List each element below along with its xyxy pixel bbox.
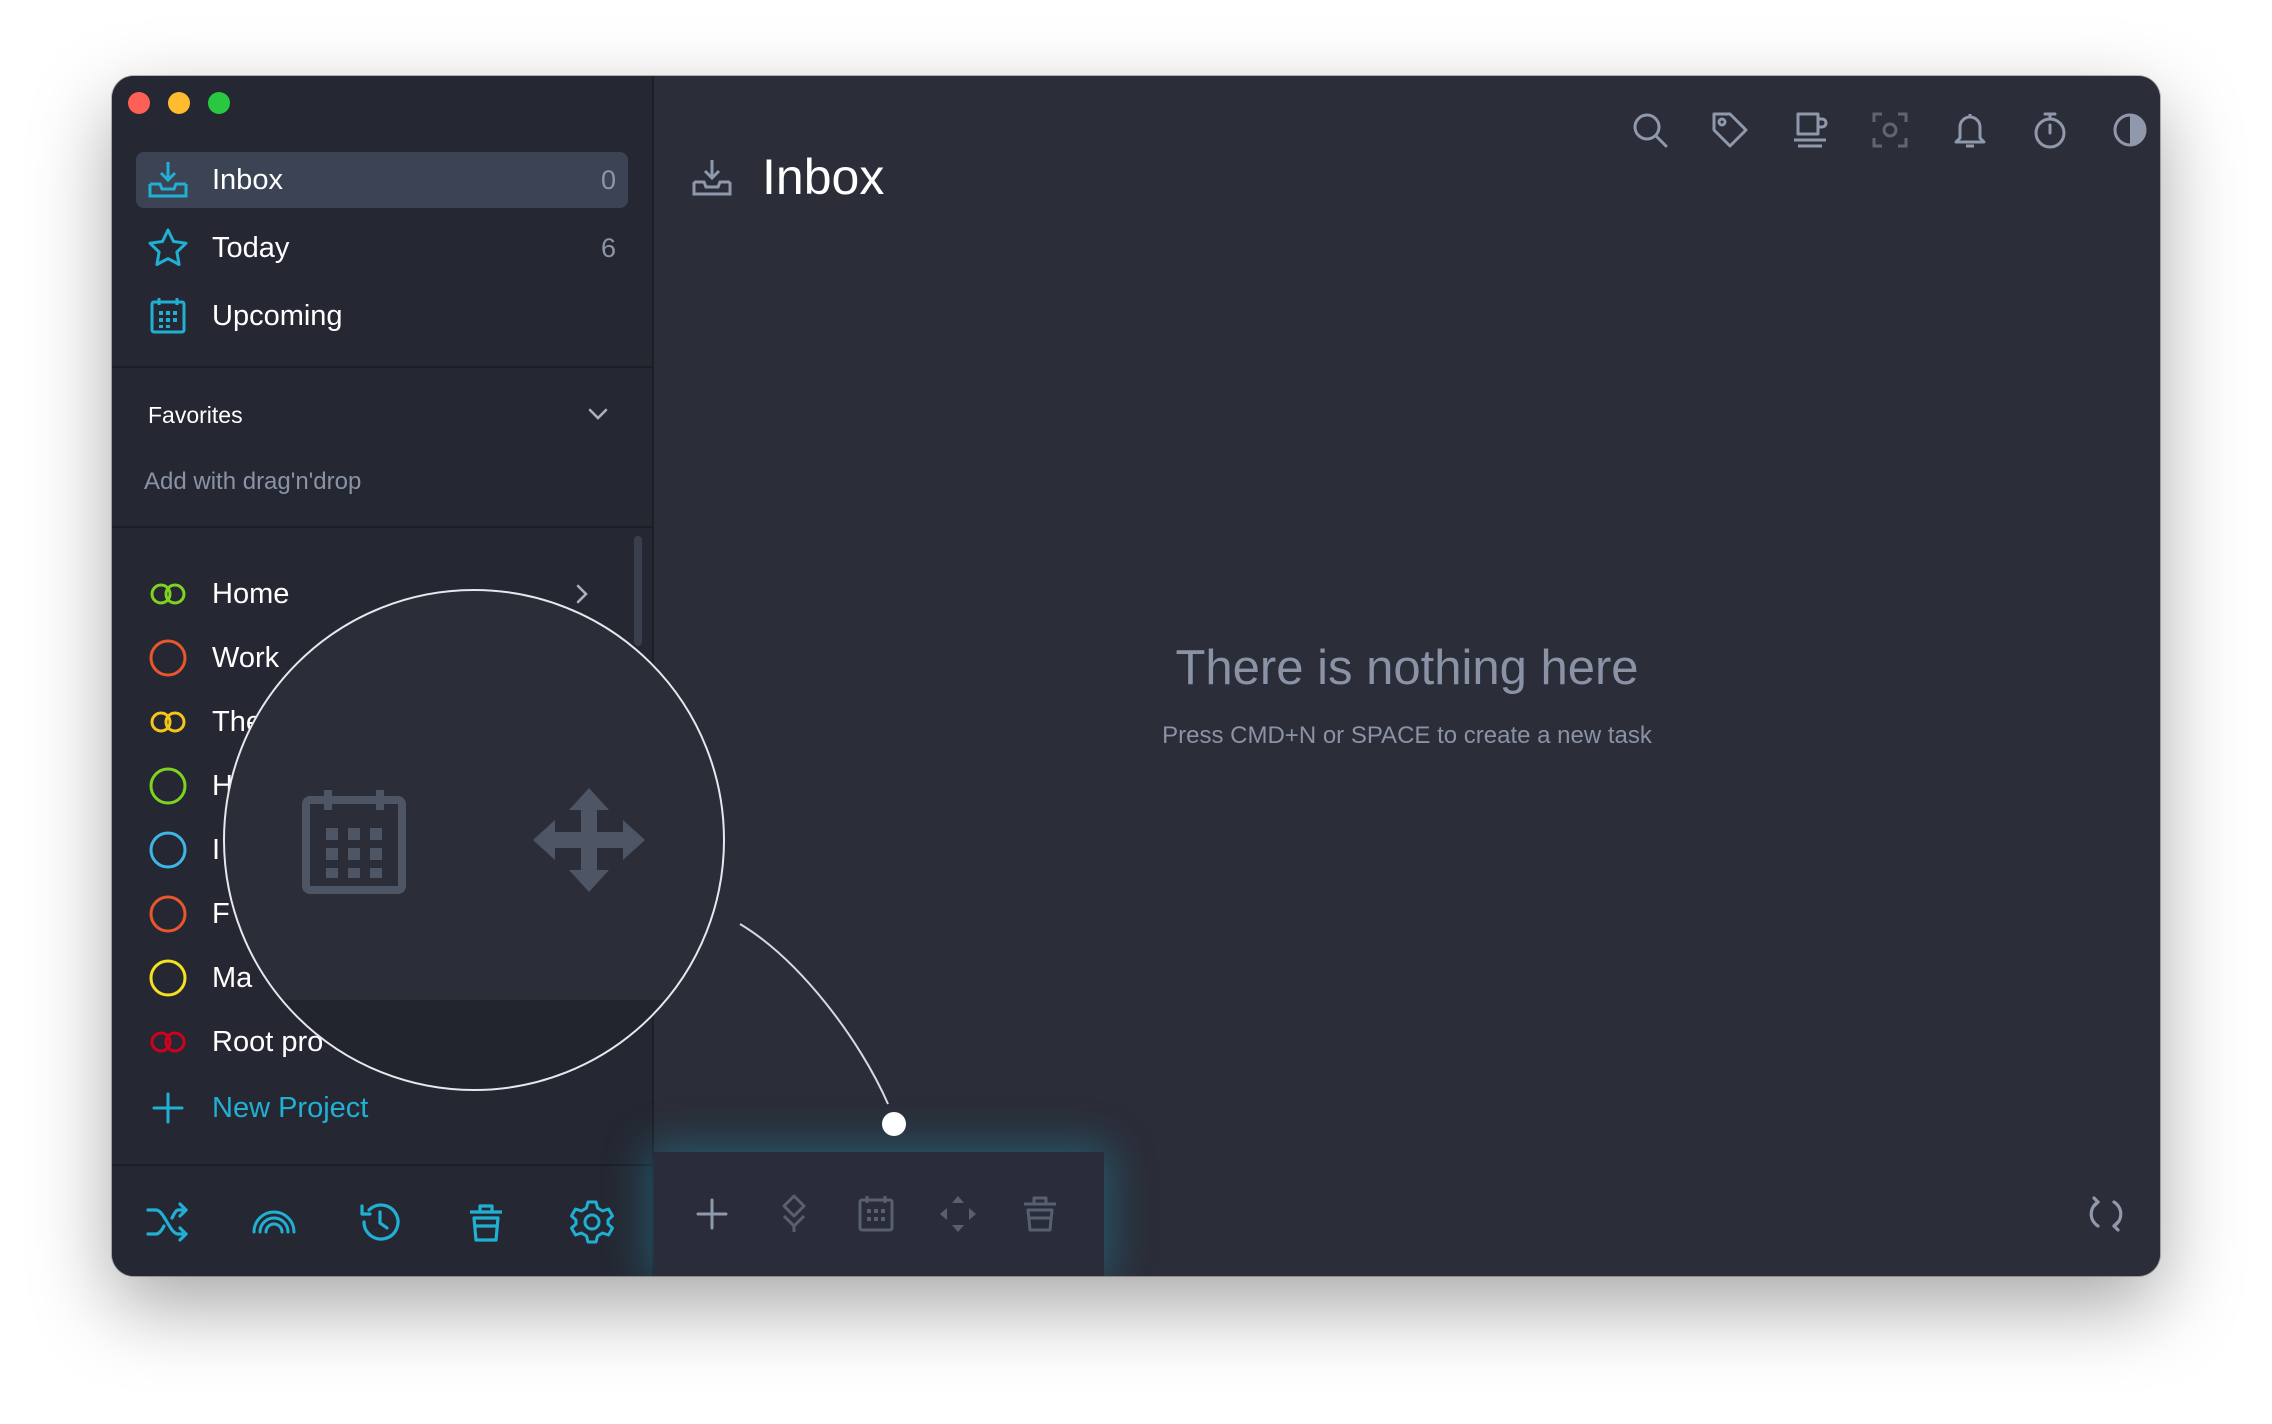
trash-icon[interactable] <box>1018 1192 1062 1236</box>
chevron-down-icon[interactable] <box>586 402 610 426</box>
divider <box>112 526 652 528</box>
project-label: H <box>212 769 233 802</box>
sidebar-item-inbox[interactable]: Inbox 0 <box>136 152 628 208</box>
app-window: Inbox 0 Today 6 Upcoming Favorites Add w… <box>112 76 2160 1276</box>
project-label: I <box>212 833 221 866</box>
contrast-icon[interactable] <box>2110 110 2150 150</box>
shuffle-icon[interactable] <box>144 1198 192 1246</box>
page-title: Inbox <box>762 149 885 205</box>
history-icon[interactable] <box>356 1198 404 1246</box>
project-ring-icon <box>146 572 190 616</box>
project-ring-icon <box>146 700 190 744</box>
project-circle-icon <box>146 636 190 680</box>
project-item[interactable]: I <box>136 824 616 876</box>
project-circle-icon <box>146 956 190 1000</box>
divider <box>112 366 652 368</box>
task-action-bar <box>654 1152 1104 1276</box>
project-ring-icon <box>146 1020 190 1064</box>
chevron-right-icon[interactable] <box>570 582 594 606</box>
project-label: Work <box>212 641 280 674</box>
project-home[interactable]: Home <box>136 568 616 620</box>
sidebar-item-label: Today <box>212 231 290 264</box>
sidebar-item-label: Inbox <box>212 163 283 196</box>
project-item[interactable]: H <box>136 760 616 812</box>
calendar-icon[interactable] <box>854 1192 898 1236</box>
sync-icon[interactable] <box>2086 1194 2126 1234</box>
new-project-button[interactable]: New Project <box>136 1082 368 1134</box>
star-icon <box>146 226 190 270</box>
project-item[interactable]: F <box>136 888 616 940</box>
new-project-label: New Project <box>212 1091 369 1124</box>
favorites-hint: Add with drag'n'drop <box>144 468 362 495</box>
calendar-icon <box>146 294 190 338</box>
focus-icon[interactable] <box>1870 110 1910 150</box>
project-item[interactable]: Ma <box>136 952 616 1004</box>
tag-icon[interactable] <box>1710 110 1750 150</box>
trash-icon[interactable] <box>462 1198 510 1246</box>
sidebar: Inbox 0 Today 6 Upcoming Favorites Add w… <box>112 76 654 1276</box>
add-icon[interactable] <box>690 1192 734 1236</box>
move-icon[interactable] <box>936 1192 980 1236</box>
close-window-button[interactable] <box>128 92 150 114</box>
sidebar-item-label: Upcoming <box>212 299 343 332</box>
maximize-window-button[interactable] <box>208 92 230 114</box>
project-item[interactable]: The <box>136 696 616 748</box>
project-label: Home <box>212 577 290 610</box>
coffee-icon[interactable] <box>1790 110 1830 150</box>
minimize-window-button[interactable] <box>168 92 190 114</box>
main-panel: Inbox There is nothing here Press CMD+N … <box>654 76 2160 1276</box>
inbox-icon <box>690 156 734 200</box>
project-label: Ma <box>212 961 253 994</box>
project-root[interactable]: Root pro <box>136 1016 616 1068</box>
priority-icon[interactable] <box>772 1192 816 1236</box>
project-work[interactable]: Work <box>136 632 616 684</box>
sidebar-item-today[interactable]: Today 6 <box>136 220 628 276</box>
inbox-count: 0 <box>600 164 616 195</box>
today-count: 6 <box>600 232 616 263</box>
search-icon[interactable] <box>1630 110 1670 150</box>
empty-state-subtitle: Press CMD+N or SPACE to create a new tas… <box>1162 722 1652 749</box>
project-label: The <box>212 705 262 738</box>
project-label: F <box>212 897 230 930</box>
favorites-title: Favorites <box>148 402 243 428</box>
sidebar-scrollbar[interactable] <box>634 536 642 646</box>
timer-icon[interactable] <box>2030 110 2070 150</box>
inbox-icon <box>146 158 190 202</box>
settings-icon[interactable] <box>568 1198 616 1246</box>
project-circle-icon <box>146 828 190 872</box>
plus-icon <box>146 1086 190 1130</box>
bell-icon[interactable] <box>1950 110 1990 150</box>
empty-state-title: There is nothing here <box>1175 641 1639 695</box>
sidebar-bottom-bar <box>112 1164 652 1276</box>
sidebar-item-upcoming[interactable]: Upcoming <box>136 288 628 344</box>
project-circle-icon <box>146 764 190 808</box>
project-label: Root pro <box>212 1025 324 1058</box>
project-circle-icon <box>146 892 190 936</box>
rainbow-icon[interactable] <box>250 1198 298 1246</box>
